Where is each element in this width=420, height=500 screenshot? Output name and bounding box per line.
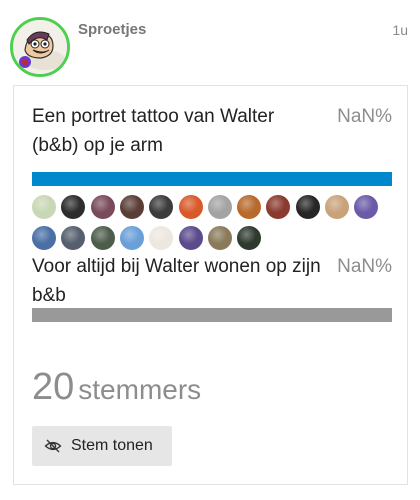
- poll-option-bar: [32, 172, 392, 186]
- poll-option-bar: [32, 308, 392, 322]
- voter-total: 20 stemmers: [32, 366, 201, 409]
- voter-avatar[interactable]: [354, 195, 379, 219]
- voter-avatar[interactable]: [32, 195, 56, 219]
- voter-avatar[interactable]: [119, 195, 144, 219]
- voter-avatar[interactable]: [178, 195, 203, 219]
- show-votes-button[interactable]: Stem tonen: [32, 426, 172, 466]
- author-avatar[interactable]: [10, 17, 70, 77]
- voter-avatar[interactable]: [178, 226, 203, 250]
- username[interactable]: Sproetjes: [78, 21, 146, 38]
- duck-avatar-icon: [13, 20, 67, 74]
- voter-avatar[interactable]: [207, 226, 232, 250]
- poll-option[interactable]: Voor altijd bij Walter wonen op zijn b&b…: [32, 252, 392, 332]
- voter-avatar[interactable]: [61, 195, 86, 219]
- poll-option-percent: NaN%: [337, 106, 392, 127]
- poll-option-text: Een portret tattoo van Walter (b&b) op j…: [32, 106, 275, 156]
- voter-avatar[interactable]: [149, 226, 174, 250]
- voter-avatar[interactable]: [325, 195, 349, 219]
- voter-avatar[interactable]: [90, 195, 115, 219]
- voter-avatar[interactable]: [119, 226, 144, 250]
- voter-avatar[interactable]: [32, 226, 56, 250]
- post-header: Sproetjes 1u: [0, 0, 420, 84]
- voter-count-label: stemmers: [78, 374, 202, 405]
- poll-option-bar-fill: [32, 308, 392, 322]
- voter-avatar[interactable]: [237, 195, 262, 219]
- poll-option-percent: NaN%: [337, 256, 392, 277]
- eye-off-icon: [44, 439, 62, 453]
- voter-avatar[interactable]: [207, 195, 232, 219]
- voter-avatar[interactable]: [61, 226, 86, 250]
- voter-count: 20: [32, 366, 75, 408]
- poll-option-bar-fill: [32, 172, 392, 186]
- voter-avatar[interactable]: [295, 195, 320, 219]
- voter-avatar[interactable]: [90, 226, 115, 250]
- timestamp: 1u: [392, 22, 408, 38]
- voter-avatar[interactable]: [266, 195, 291, 219]
- show-votes-label: Stem tonen: [71, 437, 153, 454]
- poll-option-text: Voor altijd bij Walter wonen op zijn b&b: [32, 256, 321, 306]
- voter-avatar[interactable]: [237, 226, 262, 250]
- poll-card: Een portret tattoo van Walter (b&b) op j…: [13, 85, 408, 485]
- poll-option[interactable]: Een portret tattoo van Walter (b&b) op j…: [32, 102, 392, 262]
- voter-avatar[interactable]: [149, 195, 174, 219]
